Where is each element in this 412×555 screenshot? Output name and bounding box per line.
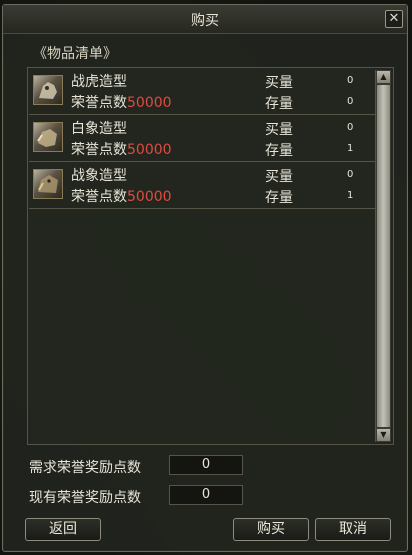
- white-elephant-icon: [33, 122, 63, 152]
- buy-quantity-label: 买量: [265, 122, 293, 138]
- current-points-field: 0: [169, 485, 243, 505]
- stock-value: 1: [347, 143, 354, 154]
- item-name: 白象造型: [71, 121, 127, 137]
- required-points-label: 需求荣誉奖励点数: [29, 460, 141, 476]
- dialog-title: 购买: [191, 13, 219, 29]
- purchase-dialog: 购买 ✕ 《物品清单》 战虎造型 荣誉点数50000 买量 0 存量 0 白象造…: [2, 4, 408, 552]
- item-name: 战虎造型: [71, 74, 127, 90]
- scroll-down-button[interactable]: ▼: [377, 429, 390, 441]
- item-name: 战象造型: [71, 168, 127, 184]
- buy-button[interactable]: 购买: [233, 518, 309, 541]
- item-price: 荣誉点数50000: [71, 139, 172, 159]
- war-tiger-icon: [33, 75, 63, 105]
- stock-value: 0: [347, 96, 354, 107]
- chevron-down-icon: ▼: [380, 430, 387, 439]
- price-label: 荣誉点数: [71, 95, 127, 111]
- price-label: 荣誉点数: [71, 142, 127, 158]
- item-list-label: 《物品清单》: [33, 46, 117, 62]
- scroll-up-button[interactable]: ▲: [377, 71, 390, 83]
- buy-quantity-value: 0: [347, 169, 354, 180]
- item-list: 战虎造型 荣誉点数50000 买量 0 存量 0 白象造型 荣誉点数50000 …: [27, 67, 394, 445]
- buy-quantity-label: 买量: [265, 75, 293, 91]
- stock-label: 存量: [265, 190, 293, 206]
- stock-label: 存量: [265, 96, 293, 112]
- item-price: 荣誉点数50000: [71, 186, 172, 206]
- price-label: 荣誉点数: [71, 189, 127, 205]
- buy-quantity-value: 0: [347, 122, 354, 133]
- list-item[interactable]: 战象造型 荣誉点数50000 买量 0 存量 1: [29, 162, 375, 209]
- stock-value: 1: [347, 190, 354, 201]
- price-value: 50000: [127, 189, 172, 205]
- back-button[interactable]: 返回: [25, 518, 101, 541]
- cancel-button[interactable]: 取消: [315, 518, 391, 541]
- dialog-titlebar: 购买 ✕: [3, 5, 407, 34]
- buy-quantity-label: 买量: [265, 169, 293, 185]
- list-scrollbar[interactable]: ▲ ▼: [375, 70, 391, 442]
- buy-quantity-value: 0: [347, 75, 354, 86]
- war-elephant-icon: [33, 169, 63, 199]
- price-value: 50000: [127, 95, 172, 111]
- stock-label: 存量: [265, 143, 293, 159]
- current-points-label: 现有荣誉奖励点数: [29, 490, 141, 506]
- required-points-field: 0: [169, 455, 243, 475]
- chevron-up-icon: ▲: [380, 72, 387, 81]
- list-item[interactable]: 战虎造型 荣誉点数50000 买量 0 存量 0: [29, 68, 375, 115]
- close-button[interactable]: ✕: [385, 10, 403, 28]
- item-price: 荣誉点数50000: [71, 92, 172, 112]
- price-value: 50000: [127, 142, 172, 158]
- close-icon: ✕: [388, 11, 400, 26]
- list-item[interactable]: 白象造型 荣誉点数50000 买量 0 存量 1: [29, 115, 375, 162]
- scroll-thumb[interactable]: [377, 85, 390, 427]
